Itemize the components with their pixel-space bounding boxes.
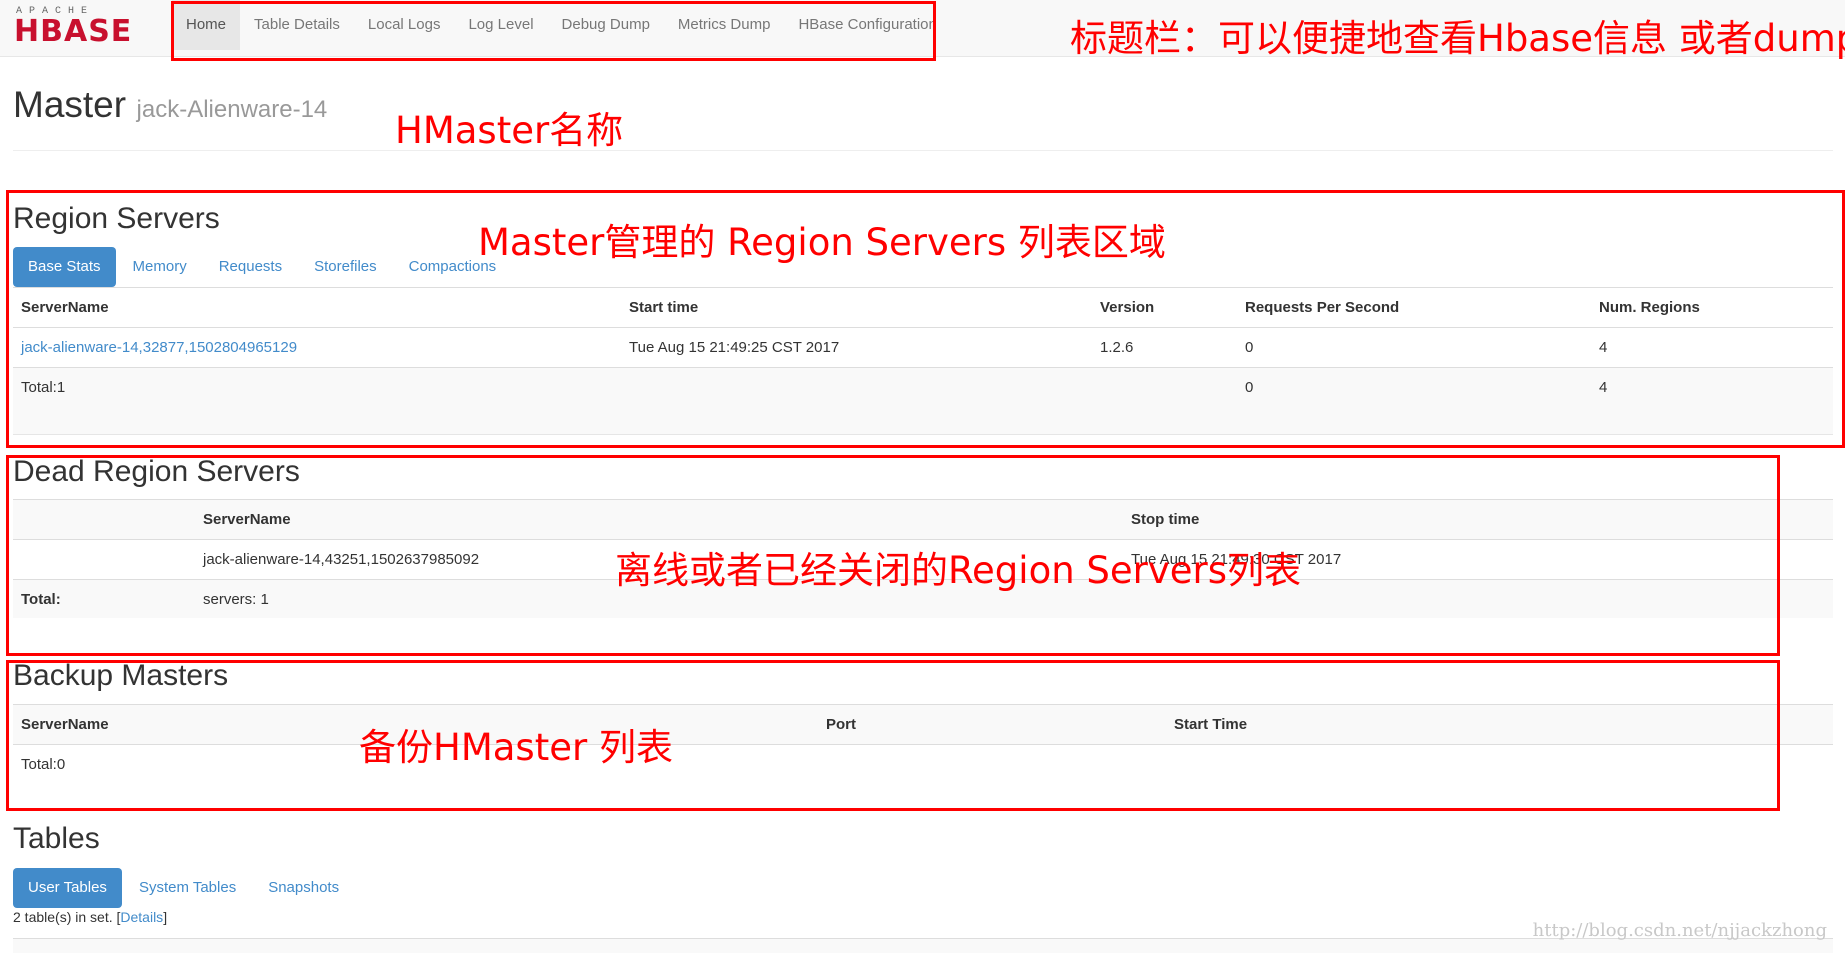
- annotation-nav: 标题栏：可以便捷地查看Hbase信息 或者dump: [1070, 17, 1845, 60]
- details-link[interactable]: Details: [120, 909, 163, 925]
- tab-snapshots[interactable]: Snapshots: [253, 868, 354, 908]
- page-header: Master jack-Alienware-14: [13, 84, 1833, 151]
- annotation-box-backup-masters: [6, 660, 1780, 811]
- tables-heading: Tables: [13, 822, 100, 855]
- annotation-region-servers: Master管理的 Region Servers 列表区域: [478, 221, 1166, 264]
- tab-user-tables[interactable]: User Tables: [13, 868, 122, 908]
- master-host: jack-Alienware-14: [136, 96, 328, 123]
- logo-hbase-text: HBASE: [14, 14, 133, 49]
- annotation-box-nav: [171, 1, 936, 61]
- watermark: http://blog.csdn.net/njjackzhong: [1532, 920, 1827, 941]
- page-title: Master: [13, 84, 127, 125]
- tables-count: 2 table(s) in set. [Details]: [13, 909, 168, 925]
- annotation-master: HMaster名称: [395, 109, 624, 152]
- tables-tabs: User Tables System Tables Snapshots: [13, 868, 356, 908]
- annotation-dead: 离线或者已经关闭的Region Servers列表: [615, 549, 1302, 592]
- tab-system-tables[interactable]: System Tables: [124, 868, 251, 908]
- hbase-logo[interactable]: APACHE HBASE: [14, 6, 154, 49]
- annotation-backup: 备份HMaster 列表: [359, 726, 673, 769]
